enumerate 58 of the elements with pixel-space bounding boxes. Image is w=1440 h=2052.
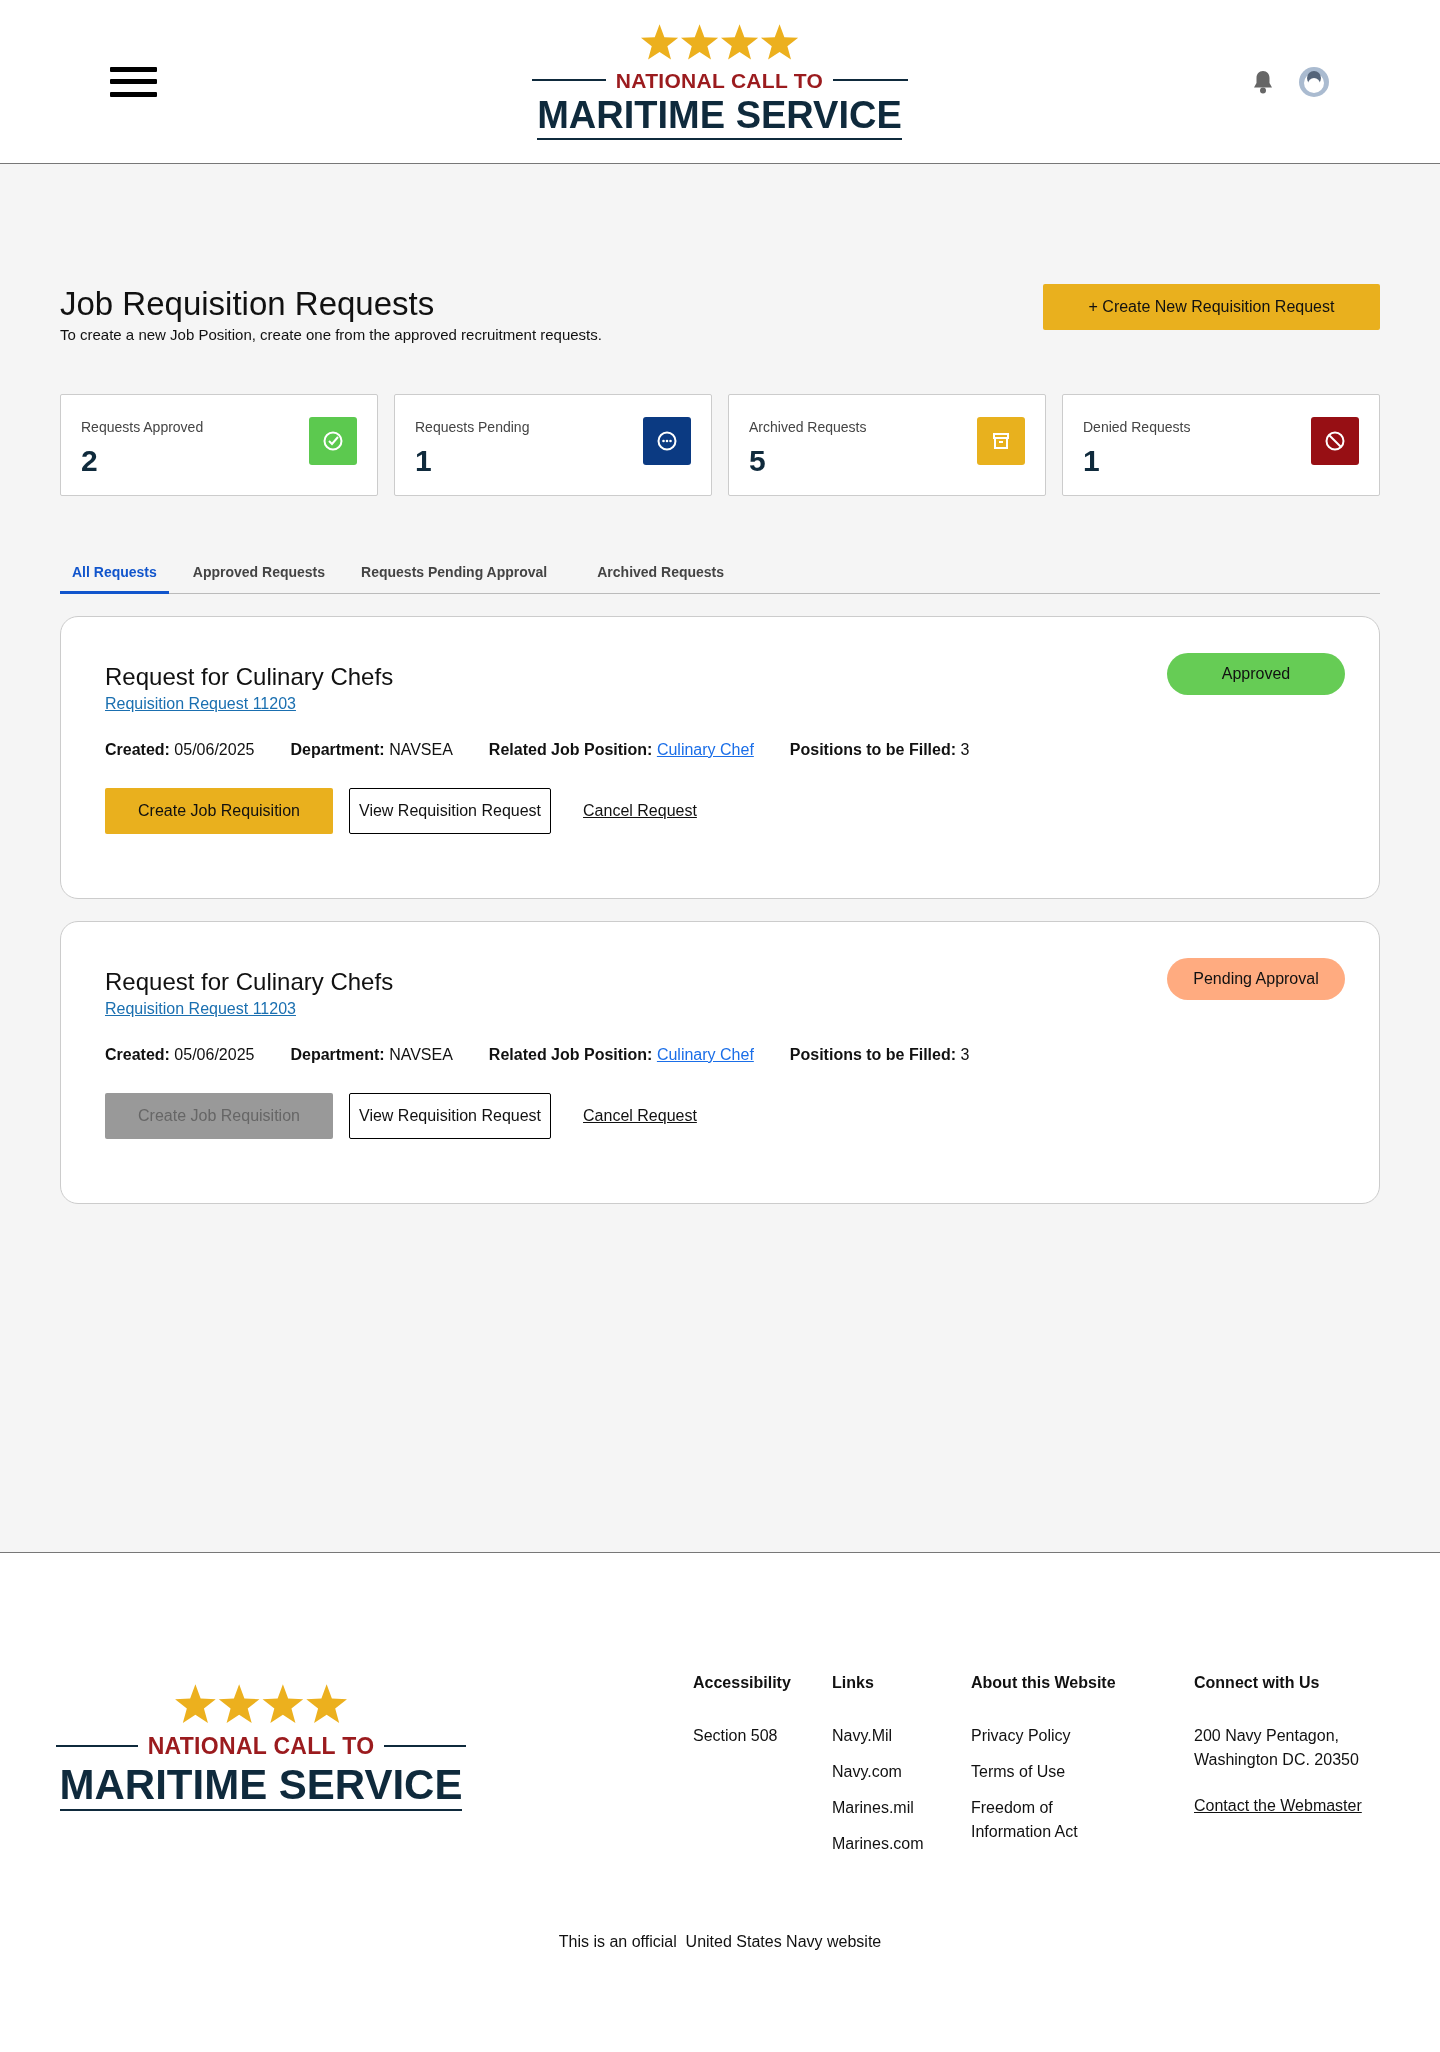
logo-tagline: NATIONAL CALL TO — [56, 1728, 466, 1763]
logo-title: MARITIME SERVICE — [59, 1763, 463, 1812]
cancel-link[interactable]: Cancel Request — [583, 798, 697, 823]
footer-link[interactable]: Section 508 — [693, 1724, 832, 1749]
detail-field: Created: 05/06/2025 — [105, 737, 255, 762]
stat-label: Requests Pending — [415, 418, 530, 438]
detail-field: Related Job Position: Culinary Chef — [488, 1042, 754, 1067]
page-subtitle: To create a new Job Position, create one from the approved recruitment requests. — [60, 324, 602, 345]
request-title: Request for Culinary Chefs — [105, 663, 394, 692]
avatar-icon[interactable] — [1298, 65, 1330, 98]
job-position-link[interactable]: Culinary Chef — [656, 1045, 754, 1063]
detail-field: Department: NAVSEA — [290, 1042, 453, 1067]
tab[interactable]: All Requests — [60, 556, 169, 595]
stat-value: 1 — [1083, 446, 1101, 477]
footer-heading: Connect with Us — [1194, 1673, 1321, 1693]
logo-title: MARITIME SERVICE — [537, 96, 902, 140]
tab[interactable]: Requests Pending Approval — [349, 556, 560, 595]
stat-value: 5 — [749, 446, 767, 477]
notification-icon[interactable] — [1252, 69, 1274, 94]
footer-link[interactable]: Freedom of Information Act — [971, 1796, 1111, 1845]
footer-link[interactable]: Terms of Use — [971, 1760, 1111, 1785]
create-request-button[interactable]: + Create New Requisition Request — [1043, 284, 1380, 330]
status-pill: Approved — [1167, 653, 1345, 696]
logo-tagline: NATIONAL CALL TO — [531, 64, 908, 97]
job-position-link[interactable]: Culinary Chef — [656, 740, 754, 758]
footer-link[interactable]: Contact the Webmaster — [1194, 1794, 1384, 1819]
stat-label: Denied Requests — [1083, 418, 1191, 438]
requisition-link[interactable]: Requisition Request 11203 — [105, 999, 296, 1017]
footer-address: 200 Navy Pentagon, Washington DC. 20350 — [1194, 1726, 1360, 1771]
status-pill: Pending Approval — [1167, 958, 1345, 1001]
footer-link[interactable]: Navy.com — [832, 1760, 971, 1785]
request-title: Request for Culinary Chefs — [105, 968, 394, 997]
stat-label: Archived Requests — [749, 418, 867, 438]
footer-heading: About this Website — [971, 1673, 1117, 1693]
detail-field: Related Job Position: Culinary Chef — [488, 737, 754, 762]
stat-value: 1 — [415, 446, 433, 477]
cancel-link[interactable]: Cancel Request — [583, 1103, 697, 1128]
view-request-button[interactable]: View Requisition Request — [349, 1092, 552, 1139]
page-title: Job Requisition Requests — [60, 284, 436, 324]
footer-link[interactable]: Marines.mil — [832, 1796, 971, 1821]
menu-button[interactable] — [110, 66, 157, 97]
detail-field: Positions to be Filled: 3 — [789, 1042, 970, 1067]
official-notice: This is an official United States Navy website — [557, 1932, 883, 1953]
detail-field: Created: 05/06/2025 — [105, 1042, 255, 1067]
footer-link[interactable]: Privacy Policy — [971, 1724, 1111, 1749]
footer-link[interactable]: Navy.Mil — [832, 1724, 971, 1749]
detail-field: Department: NAVSEA — [290, 737, 453, 762]
footer-heading: Accessibility — [693, 1673, 792, 1693]
detail-field: Positions to be Filled: 3 — [789, 737, 970, 762]
footer-link[interactable]: Marines.com — [832, 1832, 971, 1857]
stat-value: 2 — [81, 446, 99, 477]
tab[interactable]: Approved Requests — [180, 556, 338, 595]
footer-heading: Links — [832, 1673, 875, 1693]
create-requisition-button[interactable]: Create Job Requisition — [105, 787, 333, 834]
tab[interactable]: Archived Requests — [585, 556, 737, 595]
requisition-link[interactable]: Requisition Request 11203 — [105, 694, 296, 712]
view-request-button[interactable]: View Requisition Request — [349, 787, 552, 834]
stat-label: Requests Approved — [81, 418, 204, 438]
